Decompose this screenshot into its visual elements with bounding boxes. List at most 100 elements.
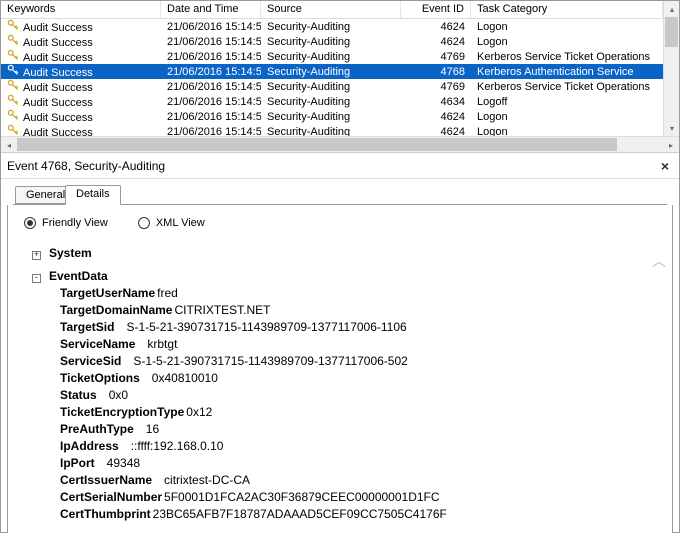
kv-key: TargetDomainName (60, 302, 172, 319)
horizontal-scrollbar[interactable]: ◂ ▸ (1, 136, 679, 152)
cell-event-id: 4624 (401, 36, 471, 48)
kv-row: CertIssuerNamecitrixtest-DC-CA (60, 472, 656, 489)
cell-datetime: 21/06/2016 15:14:54 (161, 111, 261, 123)
table-row[interactable]: Audit Success21/06/2016 15:14:56Security… (1, 19, 663, 34)
tab-details[interactable]: Details (65, 185, 121, 205)
scroll-up-button[interactable]: ▴ (664, 1, 680, 17)
kv-key: IpAddress (60, 438, 119, 455)
cell-source: Security-Auditing (261, 66, 401, 78)
cell-event-id: 4624 (401, 21, 471, 33)
cell-event-id: 4768 (401, 66, 471, 78)
eventdata-node-label: EventData (49, 268, 108, 285)
cell-event-id: 4624 (401, 111, 471, 123)
cell-event-id: 4624 (401, 126, 471, 136)
table-row[interactable]: Audit Success21/06/2016 15:14:54Security… (1, 64, 663, 79)
kv-value: 0x40810010 (152, 370, 218, 387)
kv-key: ServiceName (60, 336, 135, 353)
radio-dot-icon (24, 217, 36, 229)
kv-row: PreAuthType16 (60, 421, 656, 438)
kv-value: 0x0 (109, 387, 128, 404)
table-row[interactable]: Audit Success21/06/2016 15:14:56Security… (1, 34, 663, 49)
cell-event-id: 4634 (401, 96, 471, 108)
event-viewer-window: Keywords Date and Time Source Event ID T… (0, 0, 680, 533)
cell-task-category: Logon (471, 21, 663, 33)
kv-key: IpPort (60, 455, 95, 472)
key-icon (7, 94, 19, 106)
eventdata-node[interactable]: - EventData (32, 268, 656, 285)
table-row[interactable]: Audit Success21/06/2016 15:14:54Security… (1, 79, 663, 94)
kv-value: S-1-5-21-390731715-1143989709-1377117006… (133, 353, 407, 370)
vertical-scrollbar[interactable]: ▴ ▾ (663, 1, 679, 136)
kv-row: ServiceSidS-1-5-21-390731715-1143989709-… (60, 353, 656, 370)
key-icon (7, 49, 19, 61)
kv-value: fred (157, 285, 178, 302)
tab-strip: General Details (13, 183, 667, 205)
scroll-left-button[interactable]: ◂ (1, 137, 17, 153)
cell-source: Security-Auditing (261, 21, 401, 33)
kv-row: TargetDomainName CITRIXTEST.NET (60, 302, 656, 319)
cell-task-category: Kerberos Service Ticket Operations (471, 51, 663, 63)
kv-row: TicketOptions 0x40810010 (60, 370, 656, 387)
kv-row: IpAddress::ffff:192.168.0.10 (60, 438, 656, 455)
kv-row: IpPort 49348 (60, 455, 656, 472)
cell-datetime: 21/06/2016 15:14:54 (161, 51, 261, 63)
kv-value: krbtgt (147, 336, 177, 353)
cell-task-category: Kerberos Authentication Service (471, 66, 663, 78)
view-mode-radio-group: Friendly View XML View (24, 217, 656, 229)
table-row[interactable]: Audit Success21/06/2016 15:14:54Security… (1, 124, 663, 136)
eventdata-kv-list: TargetUserName fredTargetDomainName CITR… (60, 285, 656, 523)
cell-keywords: Audit Success (1, 109, 161, 124)
cell-datetime: 21/06/2016 15:14:54 (161, 96, 261, 108)
detail-body: General Details ︿ Friendly View XML View (1, 179, 679, 533)
kv-row: TargetSidS-1-5-21-390731715-1143989709-1… (60, 319, 656, 336)
header-task-category[interactable]: Task Category (471, 1, 663, 18)
cell-keywords: Audit Success (1, 124, 161, 136)
cell-keywords: Audit Success (1, 19, 161, 34)
key-icon (7, 34, 19, 46)
kv-key: TicketOptions (60, 370, 140, 387)
kv-row: TicketEncryptionType 0x12 (60, 404, 656, 421)
header-source[interactable]: Source (261, 1, 401, 18)
table-row[interactable]: Audit Success21/06/2016 15:14:54Security… (1, 94, 663, 109)
kv-value: 5F0001D1FCA2AC30F36879CEEC00000001D1FC (164, 489, 440, 506)
kv-key: Status (60, 387, 97, 404)
kv-key: TicketEncryptionType (60, 404, 184, 421)
cell-datetime: 21/06/2016 15:14:54 (161, 126, 261, 136)
expand-icon[interactable]: + (32, 251, 41, 260)
kv-row: ServiceName krbtgt (60, 336, 656, 353)
system-node[interactable]: + System (32, 245, 656, 262)
tab-content: ︿ Friendly View XML View + System (7, 205, 673, 533)
key-icon (7, 124, 19, 136)
kv-row: TargetUserName fred (60, 285, 656, 302)
radio-xml-view[interactable]: XML View (138, 217, 205, 229)
kv-value: 49348 (107, 455, 140, 472)
scroll-thumb-horizontal[interactable] (17, 138, 617, 151)
key-icon (7, 79, 19, 91)
cell-keywords: Audit Success (1, 79, 161, 94)
detail-title-bar: Event 4768, Security-Auditing × (1, 154, 679, 179)
header-datetime[interactable]: Date and Time (161, 1, 261, 18)
event-detail-pane: Event 4768, Security-Auditing × General … (1, 153, 679, 533)
cell-keywords: Audit Success (1, 64, 161, 79)
chevron-up-icon[interactable]: ︿ (652, 251, 666, 271)
scroll-thumb-vertical[interactable] (665, 17, 678, 47)
cell-task-category: Logon (471, 111, 663, 123)
collapse-icon[interactable]: - (32, 274, 41, 283)
close-icon[interactable]: × (657, 158, 673, 174)
table-row[interactable]: Audit Success21/06/2016 15:14:54Security… (1, 49, 663, 64)
cell-keywords: Audit Success (1, 49, 161, 64)
header-keywords[interactable]: Keywords (1, 1, 161, 18)
key-icon (7, 109, 19, 121)
kv-value: 16 (146, 421, 159, 438)
header-event-id[interactable]: Event ID (401, 1, 471, 18)
table-row[interactable]: Audit Success21/06/2016 15:14:54Security… (1, 109, 663, 124)
cell-event-id: 4769 (401, 51, 471, 63)
detail-title-text: Event 4768, Security-Auditing (7, 159, 165, 173)
scroll-down-button[interactable]: ▾ (664, 120, 680, 136)
scroll-right-button[interactable]: ▸ (663, 137, 679, 153)
kv-value: CITRIXTEST.NET (174, 302, 270, 319)
cell-task-category: Logon (471, 126, 663, 136)
key-icon (7, 19, 19, 31)
radio-friendly-view[interactable]: Friendly View (24, 217, 108, 229)
kv-row: CertSerialNumber 5F0001D1FCA2AC30F36879C… (60, 489, 656, 506)
